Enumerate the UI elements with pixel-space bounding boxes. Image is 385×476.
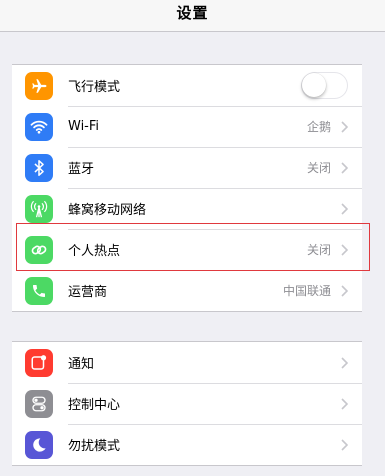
chevron-right-icon <box>341 202 348 215</box>
settings-row-label: 个人热点 <box>68 244 121 259</box>
settings-row-wifi[interactable]: Wi-Fi 企鹅 <box>12 106 362 147</box>
bluetooth-status: 关闭 <box>306 161 331 175</box>
cellular-antenna-icon <box>25 194 53 223</box>
chevron-right-icon <box>341 120 348 133</box>
hotspot-status: 关闭 <box>306 243 331 257</box>
hotspot-link-icon <box>25 235 53 264</box>
chevron-right-icon <box>341 356 348 369</box>
chevron-right-icon <box>341 397 348 410</box>
notifications-icon <box>25 348 53 377</box>
settings-row-notifications[interactable]: 通知 <box>12 342 362 383</box>
navigation-bar: 设置 <box>0 0 385 32</box>
settings-row-personal-hotspot[interactable]: 个人热点 关闭 <box>12 229 362 270</box>
bluetooth-icon <box>25 153 53 182</box>
phone-icon <box>25 276 53 305</box>
moon-icon <box>25 430 53 459</box>
settings-row-do-not-disturb[interactable]: 勿扰模式 <box>12 424 362 465</box>
settings-row-label: 蜂窝移动网络 <box>68 203 147 218</box>
settings-row-label: Wi-Fi <box>68 119 100 134</box>
chevron-right-icon <box>341 284 348 297</box>
settings-group-notifications: 通知 控制中心 勿扰模式 <box>12 341 362 466</box>
settings-row-bluetooth[interactable]: 蓝牙 关闭 <box>12 147 362 188</box>
settings-group-connectivity: 飞行模式 Wi-Fi 企鹅 蓝牙 关闭 蜂窝移动网络 个人热点 关闭 运营商 中… <box>12 64 362 312</box>
control-center-icon <box>25 389 53 418</box>
page-title: 设置 <box>176 4 209 22</box>
chevron-right-icon <box>341 438 348 451</box>
settings-row-label: 勿扰模式 <box>68 439 121 454</box>
chevron-right-icon <box>341 243 348 256</box>
settings-row-control-center[interactable]: 控制中心 <box>12 383 362 424</box>
settings-row-label: 飞行模式 <box>68 80 121 95</box>
settings-row-label: 蓝牙 <box>68 162 95 177</box>
wifi-network-name: 企鹅 <box>306 120 331 134</box>
toggle-knob <box>302 73 326 97</box>
airplane-icon <box>25 71 53 100</box>
settings-row-label: 运营商 <box>68 285 108 300</box>
airplane-mode-toggle[interactable] <box>301 72 348 99</box>
chevron-right-icon <box>341 161 348 174</box>
settings-row-label: 通知 <box>68 357 95 372</box>
wifi-icon <box>25 112 53 141</box>
settings-row-label: 控制中心 <box>68 398 121 413</box>
settings-row-cellular[interactable]: 蜂窝移动网络 <box>12 188 362 229</box>
settings-row-airplane-mode[interactable]: 飞行模式 <box>12 65 362 106</box>
settings-row-carrier[interactable]: 运营商 中国联通 <box>12 270 362 311</box>
carrier-name: 中国联通 <box>282 284 331 298</box>
